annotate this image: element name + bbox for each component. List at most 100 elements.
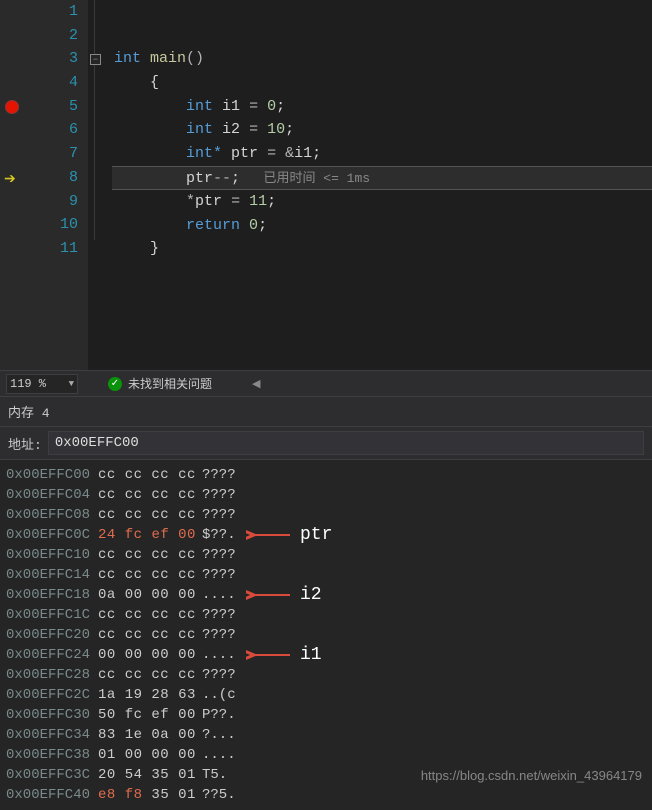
memory-annotation: ptr: [246, 525, 332, 545]
memory-bytes: 24 fc ef 00: [98, 525, 202, 545]
memory-row[interactable]: 0x00EFFC40e8 f8 35 01??5.: [6, 785, 646, 805]
memory-address: 0x00EFFC0C: [6, 525, 98, 545]
memory-ascii: $??.: [202, 525, 252, 545]
memory-row[interactable]: 0x00EFFC3483 1e 0a 00?...: [6, 725, 646, 745]
memory-ascii: ?...: [202, 725, 252, 745]
status-bar: 119 % ▼ ✓ 未找到相关问题 ◀: [0, 370, 652, 396]
memory-row[interactable]: 0x00EFFC1Ccc cc cc cc????: [6, 605, 646, 625]
line-number: 7: [26, 142, 88, 166]
line-number: 2: [26, 24, 88, 48]
code-line[interactable]: int* ptr = &i1;: [112, 142, 652, 166]
line-number: 9: [26, 190, 88, 214]
memory-address: 0x00EFFC1C: [6, 605, 98, 625]
memory-panel-title: 内存 4: [0, 397, 652, 426]
address-label: 地址:: [8, 434, 42, 453]
memory-row[interactable]: 0x00EFFC0C24 fc ef 00$??. ptr: [6, 525, 646, 545]
memory-row[interactable]: 0x00EFFC3801 00 00 00....: [6, 745, 646, 765]
memory-annotation: i2: [246, 585, 322, 605]
code-line[interactable]: [112, 0, 652, 24]
fold-toggle-icon[interactable]: −: [90, 54, 101, 65]
memory-annotation-label: i1: [300, 645, 322, 665]
memory-bytes: cc cc cc cc: [98, 625, 202, 645]
memory-bytes: e8 f8 35 01: [98, 785, 202, 805]
memory-address: 0x00EFFC34: [6, 725, 98, 745]
address-input[interactable]: [48, 431, 644, 455]
memory-dump[interactable]: 0x00EFFC00cc cc cc cc????0x00EFFC04cc cc…: [0, 460, 652, 810]
memory-ascii: ????: [202, 545, 252, 565]
breakpoint-icon[interactable]: [5, 100, 19, 114]
code-line[interactable]: ptr--; 已用时间 <= 1ms: [112, 166, 652, 190]
memory-address: 0x00EFFC40: [6, 785, 98, 805]
memory-address: 0x00EFFC28: [6, 665, 98, 685]
memory-ascii: ????: [202, 625, 252, 645]
memory-address: 0x00EFFC08: [6, 505, 98, 525]
memory-row[interactable]: 0x00EFFC00cc cc cc cc????: [6, 465, 646, 485]
memory-row[interactable]: 0x00EFFC08cc cc cc cc????: [6, 505, 646, 525]
fold-column[interactable]: −: [88, 0, 112, 370]
memory-bytes: cc cc cc cc: [98, 605, 202, 625]
line-number: 6: [26, 118, 88, 142]
memory-bytes: 20 54 35 01: [98, 765, 202, 785]
memory-bytes: cc cc cc cc: [98, 565, 202, 585]
memory-address: 0x00EFFC2C: [6, 685, 98, 705]
memory-panel: 内存 4 地址: 0x00EFFC00cc cc cc cc????0x00EF…: [0, 396, 652, 810]
memory-ascii: P??.: [202, 705, 252, 725]
breakpoint-margin[interactable]: ➔: [0, 0, 26, 370]
memory-annotation-label: ptr: [300, 525, 332, 545]
code-line[interactable]: int i1 = 0;: [112, 95, 652, 119]
memory-bytes: cc cc cc cc: [98, 465, 202, 485]
issues-text: 未找到相关问题: [128, 375, 212, 392]
memory-address: 0x00EFFC10: [6, 545, 98, 565]
memory-address: 0x00EFFC00: [6, 465, 98, 485]
code-line[interactable]: }: [112, 237, 652, 261]
memory-row[interactable]: 0x00EFFC28cc cc cc cc????: [6, 665, 646, 685]
code-editor: ➔ 1234567891011 − int main() { int i1 = …: [0, 0, 652, 370]
memory-address: 0x00EFFC04: [6, 485, 98, 505]
zoom-selector[interactable]: 119 % ▼: [6, 374, 78, 394]
code-line[interactable]: int main(): [112, 47, 652, 71]
memory-ascii: ..(c: [202, 685, 252, 705]
memory-row[interactable]: 0x00EFFC04cc cc cc cc????: [6, 485, 646, 505]
prev-issue-icon[interactable]: ◀: [252, 377, 260, 391]
memory-address: 0x00EFFC20: [6, 625, 98, 645]
code-area[interactable]: int main() { int i1 = 0; int i2 = 10; in…: [112, 0, 652, 370]
memory-ascii: ????: [202, 565, 252, 585]
memory-row[interactable]: 0x00EFFC20cc cc cc cc????: [6, 625, 646, 645]
memory-bytes: cc cc cc cc: [98, 545, 202, 565]
memory-row[interactable]: 0x00EFFC2C1a 19 28 63..(c: [6, 685, 646, 705]
memory-ascii: ????: [202, 465, 252, 485]
memory-row[interactable]: 0x00EFFC10cc cc cc cc????: [6, 545, 646, 565]
memory-address: 0x00EFFC30: [6, 705, 98, 725]
line-number: 10: [26, 213, 88, 237]
code-line[interactable]: [112, 24, 652, 48]
memory-row[interactable]: 0x00EFFC14cc cc cc cc????: [6, 565, 646, 585]
memory-annotation-label: i2: [300, 585, 322, 605]
memory-annotation: i1: [246, 645, 322, 665]
code-line[interactable]: *ptr = 11;: [112, 190, 652, 214]
memory-row[interactable]: 0x00EFFC3050 fc ef 00P??.: [6, 705, 646, 725]
check-circle-icon: ✓: [108, 377, 122, 391]
memory-bytes: cc cc cc cc: [98, 505, 202, 525]
memory-row[interactable]: 0x00EFFC2400 00 00 00....i1: [6, 645, 646, 665]
memory-address: 0x00EFFC18: [6, 585, 98, 605]
line-number: 3: [26, 47, 88, 71]
memory-address: 0x00EFFC24: [6, 645, 98, 665]
memory-bytes: 01 00 00 00: [98, 745, 202, 765]
code-line[interactable]: {: [112, 71, 652, 95]
line-number: 4: [26, 71, 88, 95]
memory-bytes: cc cc cc cc: [98, 665, 202, 685]
memory-ascii: ????: [202, 605, 252, 625]
memory-ascii: ????: [202, 485, 252, 505]
code-line[interactable]: int i2 = 10;: [112, 118, 652, 142]
memory-bytes: 50 fc ef 00: [98, 705, 202, 725]
memory-address: 0x00EFFC14: [6, 565, 98, 585]
memory-bytes: 83 1e 0a 00: [98, 725, 202, 745]
memory-ascii: ....: [202, 745, 252, 765]
code-line[interactable]: return 0;: [112, 214, 652, 238]
line-number-gutter: 1234567891011: [26, 0, 88, 370]
memory-ascii: T5.: [202, 765, 252, 785]
memory-bytes: 00 00 00 00: [98, 645, 202, 665]
address-bar: 地址:: [0, 426, 652, 460]
memory-row[interactable]: 0x00EFFC180a 00 00 00....i2: [6, 585, 646, 605]
memory-bytes: cc cc cc cc: [98, 485, 202, 505]
